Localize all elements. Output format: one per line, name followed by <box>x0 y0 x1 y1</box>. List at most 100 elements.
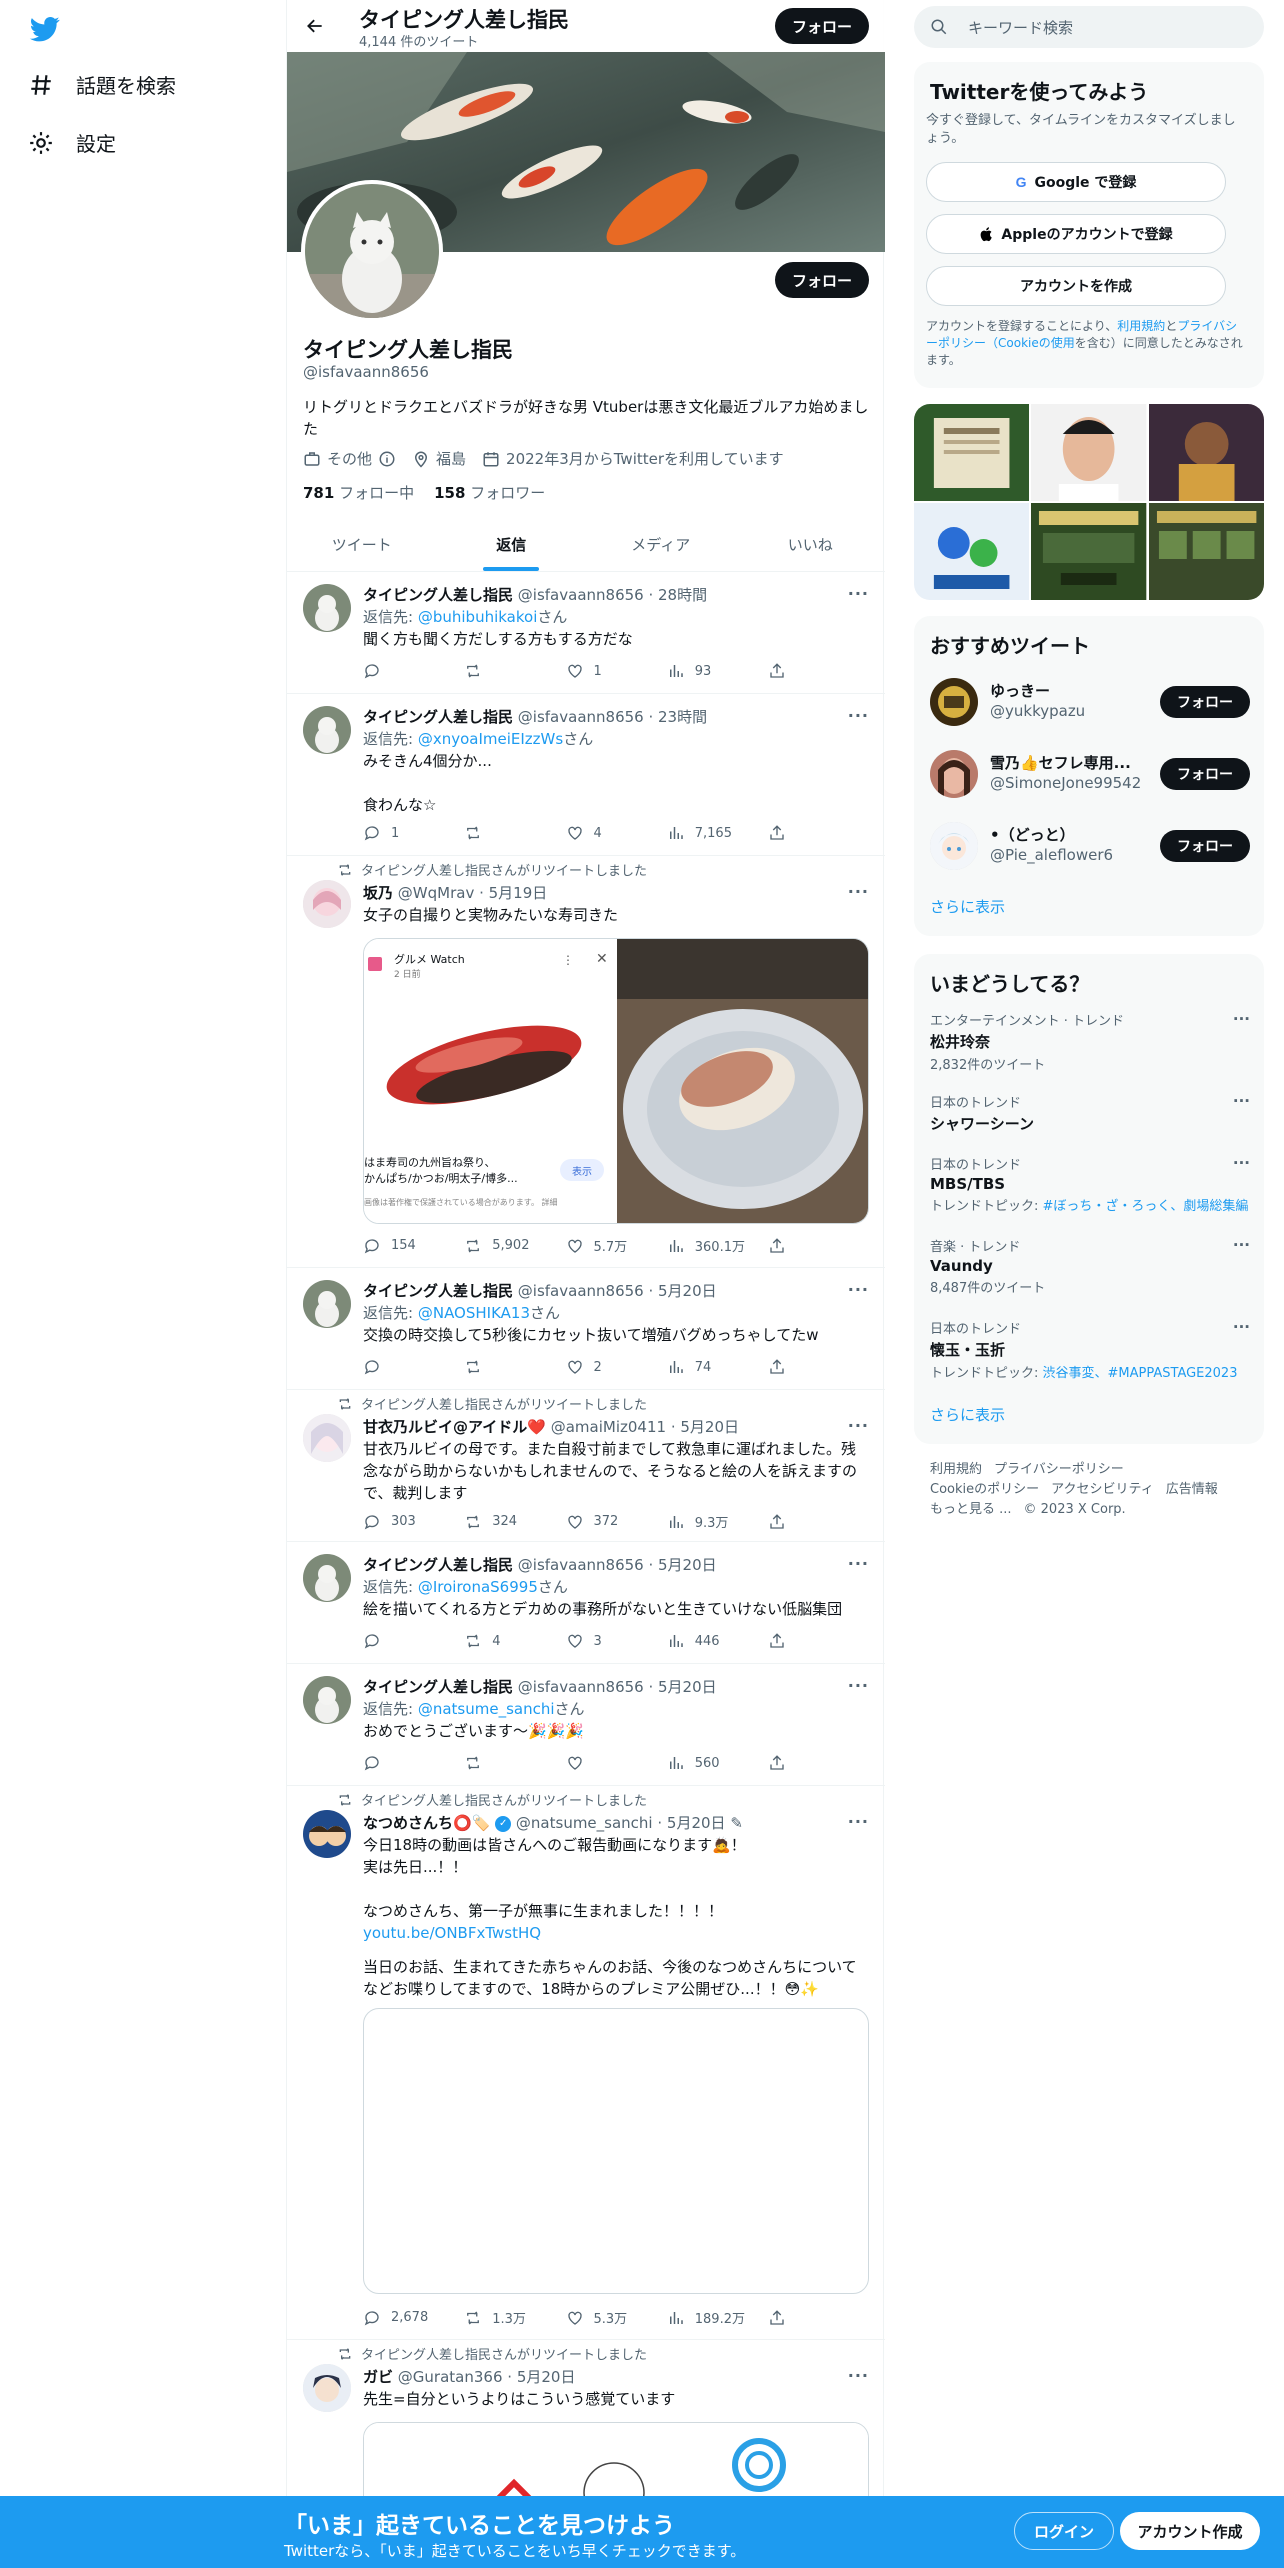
tweet[interactable]: タイピング人差し指民 @isfavaann8656 · 5月20日 ··· 返信… <box>287 1268 885 1390</box>
trend-item[interactable]: 日本のトレンド シャワーシーン ··· <box>930 1092 1250 1134</box>
login-button[interactable]: ログイン <box>1014 2512 1114 2550</box>
reply-button[interactable]: 154 <box>363 1236 443 1255</box>
more-icon[interactable]: ··· <box>1233 1092 1250 1110</box>
more-icon[interactable]: ··· <box>848 584 869 603</box>
retweet-button[interactable] <box>464 1754 544 1772</box>
back-button[interactable] <box>299 10 331 42</box>
tweet-video[interactable] <box>363 2008 869 2294</box>
tweet[interactable]: タイピング人差し指民 @isfavaann8656 · 23時間 ··· 返信先… <box>287 694 885 856</box>
avatar[interactable] <box>930 678 978 726</box>
retweet-button[interactable]: 324 <box>464 1512 544 1531</box>
more-icon[interactable]: ··· <box>848 882 869 901</box>
retweet-button[interactable] <box>464 1358 544 1376</box>
anime-art-image[interactable] <box>1148 404 1264 501</box>
game-cover-image[interactable] <box>914 503 1030 600</box>
retweet-button[interactable]: 5,902 <box>464 1236 544 1255</box>
tweet[interactable]: タイピング人差し指民さんがリツイートしました 甘衣乃ルビイ@アイドル❤️ @am… <box>287 1390 885 1542</box>
tweet-link[interactable]: youtu.be/ONBFxTwstHQ <box>363 1922 869 1944</box>
reply-button[interactable] <box>363 1632 443 1650</box>
reply-button[interactable] <box>363 1754 443 1772</box>
like-button[interactable]: 4 <box>566 824 646 842</box>
share-button[interactable] <box>768 1512 788 1531</box>
avatar[interactable] <box>303 1676 351 1724</box>
more-icon[interactable]: ··· <box>848 1676 869 1695</box>
recommended-user[interactable]: ゆっきー @yukkypazu フォロー <box>930 674 1250 730</box>
apple-signup-button[interactable]: Appleのアカウントで登録 <box>926 214 1226 254</box>
trend-item[interactable]: 音楽 · トレンド Vaundy 8,487件のツイート ··· <box>930 1236 1250 1296</box>
reply-button[interactable]: 2,678 <box>363 2308 443 2327</box>
tab-replies[interactable]: 返信 <box>437 518 587 571</box>
tweet[interactable]: タイピング人差し指民さんがリツイートしました なつめさんち⭕🏷️ ✓ @nats… <box>287 1786 885 2340</box>
search-input[interactable]: キーワード検索 <box>914 6 1264 48</box>
like-button[interactable]: 2 <box>566 1358 646 1376</box>
google-signup-button[interactable]: G Google で登録 <box>926 162 1226 202</box>
game-screenshot-1[interactable] <box>914 404 1030 501</box>
tab-media[interactable]: メディア <box>586 518 736 571</box>
show-more-link[interactable]: さらに表示 <box>930 896 1005 917</box>
views-button[interactable]: 9.3万 <box>667 1512 747 1531</box>
avatar[interactable] <box>303 1810 351 1858</box>
avatar[interactable] <box>930 822 978 870</box>
share-button[interactable] <box>768 1358 788 1376</box>
views-button[interactable]: 446 <box>667 1632 747 1650</box>
avatar[interactable] <box>303 1280 351 1328</box>
tweet[interactable]: タイピング人差し指民 @isfavaann8656 · 28時間 ··· 返信先… <box>287 572 885 694</box>
retweet-button[interactable]: 4 <box>464 1632 544 1650</box>
like-button[interactable]: 5.3万 <box>566 2308 646 2327</box>
share-button[interactable] <box>768 662 788 680</box>
follow-button[interactable]: フォロー <box>1160 758 1250 790</box>
game-screenshot-2[interactable] <box>1031 503 1147 600</box>
reply-button[interactable]: 1 <box>363 824 443 842</box>
retweet-button[interactable] <box>464 662 544 680</box>
more-icon[interactable]: ··· <box>1233 1318 1250 1336</box>
tab-likes[interactable]: いいね <box>736 518 886 571</box>
trend-item[interactable]: エンターテインメント · トレンド 松井玲奈 2,832件のツイート ··· <box>930 1010 1250 1073</box>
like-button[interactable]: 3 <box>566 1632 646 1650</box>
tweet[interactable]: タイピング人差し指民 @isfavaann8656 · 5月20日 ··· 返信… <box>287 1542 885 1664</box>
avatar[interactable] <box>303 1554 351 1602</box>
reply-button[interactable] <box>363 662 443 680</box>
recommended-user[interactable]: 雪乃👍セフレ専用... @SimoneJone99542 フォロー <box>930 746 1250 802</box>
follow-button[interactable]: フォロー <box>1160 830 1250 862</box>
info-icon[interactable] <box>378 450 396 468</box>
share-button[interactable] <box>768 1236 788 1255</box>
media-grid[interactable] <box>914 404 1264 600</box>
person-photo[interactable] <box>1031 404 1147 501</box>
show-more-trends-link[interactable]: さらに表示 <box>930 1404 1005 1425</box>
profile-follow-button[interactable]: フォロー <box>775 262 869 298</box>
views-button[interactable]: 7,165 <box>667 824 747 842</box>
more-icon[interactable]: ··· <box>1233 1154 1250 1172</box>
avatar[interactable] <box>303 1414 351 1462</box>
tweet[interactable]: タイピング人差し指民さんがリツイートしました ガビ @Guratan366 · … <box>287 2340 885 2512</box>
trend-item[interactable]: 日本のトレンド MBS/TBS トレンドトピック: #ぼっち・ざ・ろっく、劇場総… <box>930 1154 1250 1214</box>
views-button[interactable]: 360.1万 <box>667 1236 747 1255</box>
share-button[interactable] <box>768 1754 788 1772</box>
avatar[interactable] <box>303 2364 351 2412</box>
avatar[interactable] <box>303 706 351 754</box>
followers-link[interactable]: 158 フォロワー <box>434 482 545 503</box>
signup-button[interactable]: アカウント作成 <box>1120 2512 1260 2550</box>
more-icon[interactable]: ··· <box>848 706 869 725</box>
views-button[interactable]: 189.2万 <box>667 2308 747 2327</box>
tab-tweets[interactable]: ツイート <box>287 518 437 571</box>
game-screenshot-3[interactable] <box>1148 503 1264 600</box>
like-button[interactable]: 5.7万 <box>566 1236 646 1255</box>
create-account-button[interactable]: アカウントを作成 <box>926 266 1226 306</box>
tweet[interactable]: タイピング人差し指民 @isfavaann8656 · 5月20日 ··· 返信… <box>287 1664 885 1786</box>
nav-explore[interactable]: 話題を検索 <box>28 70 176 99</box>
like-button[interactable]: 1 <box>566 662 646 680</box>
avatar[interactable] <box>303 584 351 632</box>
more-icon[interactable]: ··· <box>848 1554 869 1573</box>
twitter-logo-icon[interactable] <box>28 14 62 44</box>
recommended-user[interactable]: •（どっと） @Pie_aleflower6 フォロー <box>930 818 1250 874</box>
share-button[interactable] <box>768 824 788 842</box>
avatar[interactable] <box>303 880 351 928</box>
like-button[interactable]: 372 <box>566 1512 646 1531</box>
follow-button[interactable]: フォロー <box>1160 686 1250 718</box>
header-follow-button[interactable]: フォロー <box>775 8 869 44</box>
tweet[interactable]: タイピング人差し指民さんがリツイートしました 坂乃 @WqMrav · 5月19… <box>287 856 885 1268</box>
nav-settings[interactable]: 設定 <box>28 128 116 157</box>
share-button[interactable] <box>768 2308 788 2327</box>
more-icon[interactable]: ··· <box>848 1812 869 1831</box>
more-icon[interactable]: ··· <box>1233 1010 1250 1028</box>
